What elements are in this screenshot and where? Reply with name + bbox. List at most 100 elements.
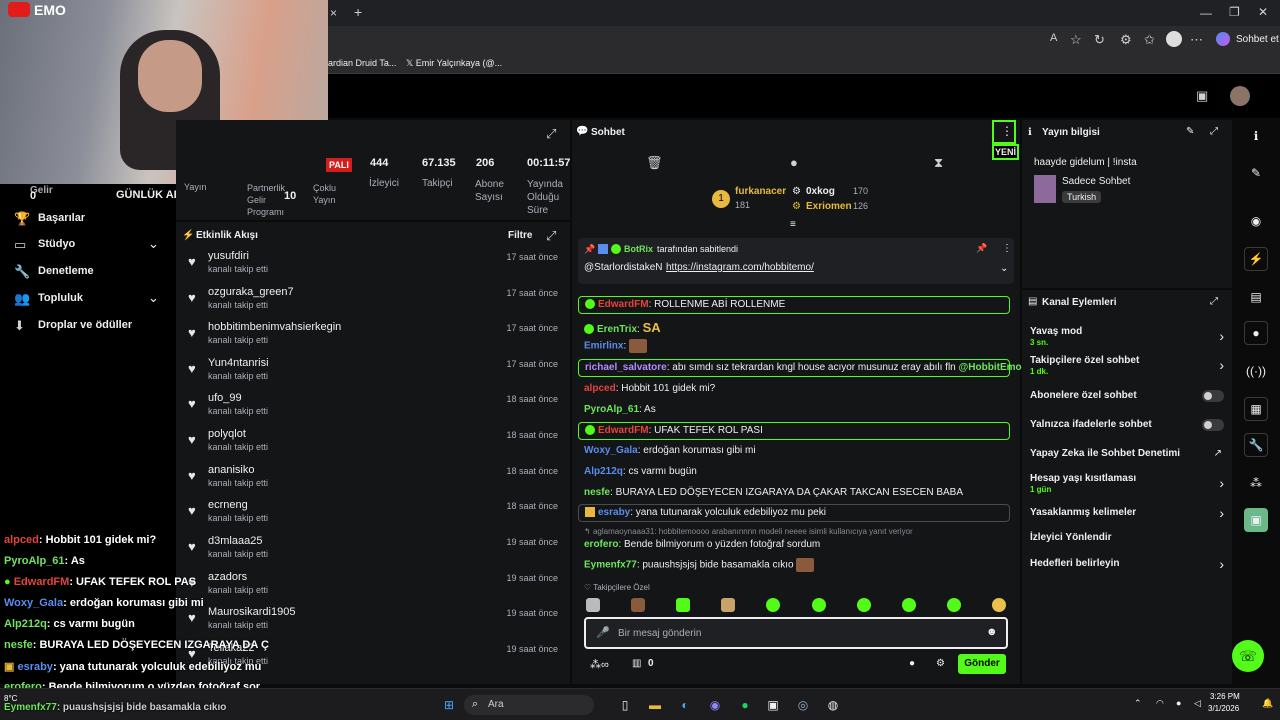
emote-icon[interactable] bbox=[721, 598, 736, 612]
lightning-icon[interactable]: ⚡ bbox=[1244, 247, 1268, 271]
leader-name[interactable]: Exriomen bbox=[806, 201, 852, 212]
pinned-link[interactable]: https://instagram.com/hobbitemo/ bbox=[666, 262, 814, 273]
emoji-icon[interactable]: ☻ bbox=[986, 626, 998, 638]
infinity-icon[interactable]: ⁂∞ bbox=[590, 658, 609, 671]
avatar[interactable] bbox=[1230, 86, 1250, 106]
taskbar-search[interactable]: ⌕ Ara bbox=[464, 695, 594, 715]
bookmark-item[interactable]: ardian Druid Ta... bbox=[328, 58, 396, 68]
mic-icon[interactable]: ● bbox=[1176, 698, 1181, 708]
event-user[interactable]: Maurosikardi1905 bbox=[208, 606, 295, 618]
copilot-icon[interactable] bbox=[1216, 32, 1230, 46]
clock-date[interactable]: 3/1/2026 bbox=[1208, 704, 1239, 713]
event-user[interactable]: hobbitimbenimvahsierkegin bbox=[208, 321, 341, 333]
hourglass-icon[interactable]: ⧗ bbox=[934, 155, 943, 171]
event-user[interactable]: polyqlot bbox=[208, 428, 246, 440]
chat-settings-icon[interactable]: ● bbox=[909, 658, 915, 669]
favorites-list-icon[interactable]: ✩ bbox=[1144, 32, 1155, 48]
emote-icon[interactable] bbox=[586, 598, 600, 612]
chat-username[interactable]: alpced bbox=[584, 383, 616, 394]
trash-icon[interactable]: 🗑 bbox=[646, 155, 663, 171]
support-button[interactable]: ☏ bbox=[1232, 640, 1264, 672]
tray-chevron-icon[interactable]: ⌃ bbox=[1134, 698, 1142, 709]
sidebar-item-moderation[interactable]: 🔧 Denetleme bbox=[10, 263, 170, 281]
refresh-icon[interactable]: ↻ bbox=[1094, 32, 1105, 48]
chat-username[interactable]: Eymenfx77 bbox=[584, 560, 637, 571]
category-name[interactable]: Sadece Sohbet bbox=[1062, 176, 1130, 187]
spotify-icon[interactable]: ● bbox=[734, 695, 756, 715]
goals-row[interactable]: Hedefleri belirleyin › bbox=[1030, 556, 1226, 572]
popout-icon[interactable]: ⤢ bbox=[546, 126, 556, 142]
chat-username[interactable]: Woxy_Gala bbox=[584, 445, 638, 456]
emote-chat-toggle[interactable] bbox=[1202, 419, 1224, 431]
document-icon[interactable]: ▤ bbox=[1244, 285, 1268, 309]
chat-input[interactable]: 🎤 Bir mesaj gönderin ☻ bbox=[584, 617, 1008, 649]
camera-icon[interactable]: ◉ bbox=[1244, 209, 1268, 233]
followers-chat-row[interactable]: Takipçilere özel sohbet 1 dk. › bbox=[1030, 355, 1226, 377]
sidebar-item-drops[interactable]: ⬇ Droplar ve ödüller bbox=[10, 317, 170, 335]
popout-icon[interactable]: ⤢ bbox=[1210, 126, 1218, 137]
banned-words-row[interactable]: Yasaklanmış kelimeler › bbox=[1030, 505, 1226, 521]
sidebar-item-achievements[interactable]: 🏆 Başarılar bbox=[10, 210, 170, 228]
chat-username[interactable]: richael_salvatore bbox=[585, 362, 667, 373]
game-icon[interactable]: ▣ bbox=[1244, 508, 1268, 532]
discord-icon[interactable]: ◉ bbox=[704, 695, 726, 715]
more-vertical-icon[interactable]: ⋮ bbox=[1002, 243, 1012, 254]
favorite-icon[interactable]: ☆ bbox=[1070, 32, 1082, 48]
mic-icon[interactable]: 🎤 bbox=[596, 626, 610, 639]
expand-icon[interactable]: ≡ bbox=[790, 219, 796, 230]
chat-menu-button[interactable]: ⋮ bbox=[992, 120, 1016, 144]
chevron-down-icon[interactable]: ⌄ bbox=[1000, 263, 1008, 274]
event-user[interactable]: d3mlaaa25 bbox=[208, 535, 262, 547]
leader-name[interactable]: 0xkog bbox=[806, 186, 835, 197]
event-user[interactable]: azadors bbox=[208, 571, 247, 583]
minimize-icon[interactable]: — bbox=[1200, 6, 1212, 20]
chat-username[interactable]: Alp212q bbox=[584, 466, 623, 477]
event-user[interactable]: Yun4ntanrisi bbox=[208, 357, 269, 369]
studio-icon[interactable]: ▣ bbox=[1196, 88, 1208, 104]
slow-mode-row[interactable]: Yavaş mod 3 sn. › bbox=[1030, 326, 1226, 348]
event-user[interactable]: yusufdiri bbox=[208, 250, 249, 262]
chat-username[interactable]: PyroAlp_61 bbox=[584, 404, 639, 415]
menu-dots-icon[interactable]: ⋯ bbox=[1190, 32, 1203, 48]
chat-username[interactable]: Emirlinx bbox=[584, 341, 623, 352]
event-user[interactable]: ozguraka_green7 bbox=[208, 286, 294, 298]
wrench-icon[interactable]: 🔧 bbox=[1244, 433, 1268, 457]
read-aloud-icon[interactable]: A bbox=[1050, 32, 1057, 44]
event-user[interactable]: ecrneng bbox=[208, 499, 248, 511]
emote-icon[interactable] bbox=[766, 598, 781, 612]
emote-icon[interactable] bbox=[856, 598, 871, 612]
chat-username[interactable]: EdwardFM bbox=[598, 425, 649, 436]
edit-icon[interactable]: ✎ bbox=[1186, 126, 1194, 137]
chat-username[interactable]: erofero bbox=[584, 539, 618, 550]
chat-username[interactable]: ErenTrix bbox=[597, 324, 637, 335]
close-window-icon[interactable]: ✕ bbox=[1258, 5, 1268, 19]
sidebar-item-studio[interactable]: ▭ Stüdyo ⌄ bbox=[10, 236, 170, 254]
new-tab-icon[interactable]: + bbox=[354, 4, 362, 20]
info-icon[interactable]: ℹ bbox=[1244, 124, 1268, 148]
chat-username[interactable]: EdwardFM bbox=[598, 299, 649, 310]
bookmark-item[interactable]: 𝕏 Emir Yalçınkaya (@... bbox=[406, 58, 502, 69]
chat-username[interactable]: nesfe bbox=[584, 487, 610, 498]
leader-name[interactable]: furkanacer bbox=[735, 186, 786, 197]
layout-icon[interactable]: ▦ bbox=[1244, 397, 1268, 421]
steam-icon[interactable]: ◎ bbox=[792, 695, 814, 715]
folder-icon[interactable]: ▬ bbox=[644, 695, 666, 715]
tab-close-icon[interactable]: × bbox=[330, 6, 337, 20]
account-age-row[interactable]: Hesap yaşı kısıtlaması 1 gün › bbox=[1030, 473, 1226, 495]
chat-mention[interactable]: @HobbitEmo bbox=[959, 362, 1022, 373]
extensions-icon[interactable]: ⚙ bbox=[1120, 32, 1132, 48]
send-button[interactable]: Gönder bbox=[958, 654, 1006, 674]
unpin-icon[interactable]: 📌 bbox=[976, 243, 987, 254]
subs-chat-toggle[interactable] bbox=[1202, 390, 1224, 402]
redirect-row[interactable]: İzleyici Yönlendir bbox=[1030, 532, 1226, 546]
obs-icon[interactable]: ◍ bbox=[822, 695, 844, 715]
filter-button[interactable]: Filtre bbox=[508, 230, 532, 241]
emote-icon[interactable] bbox=[631, 598, 646, 612]
volume-icon[interactable]: ◁ bbox=[1194, 698, 1201, 709]
emote-icon[interactable] bbox=[676, 598, 691, 612]
ai-moderation-row[interactable]: Yapay Zeka ile Sohbet Denetimi ↗ bbox=[1030, 448, 1226, 462]
emote-icon[interactable] bbox=[991, 598, 1006, 612]
chat-button[interactable]: Sohbet et bbox=[1236, 34, 1279, 45]
maximize-icon[interactable]: ❐ bbox=[1229, 5, 1240, 19]
edge-icon[interactable]: ◐ bbox=[674, 695, 696, 715]
